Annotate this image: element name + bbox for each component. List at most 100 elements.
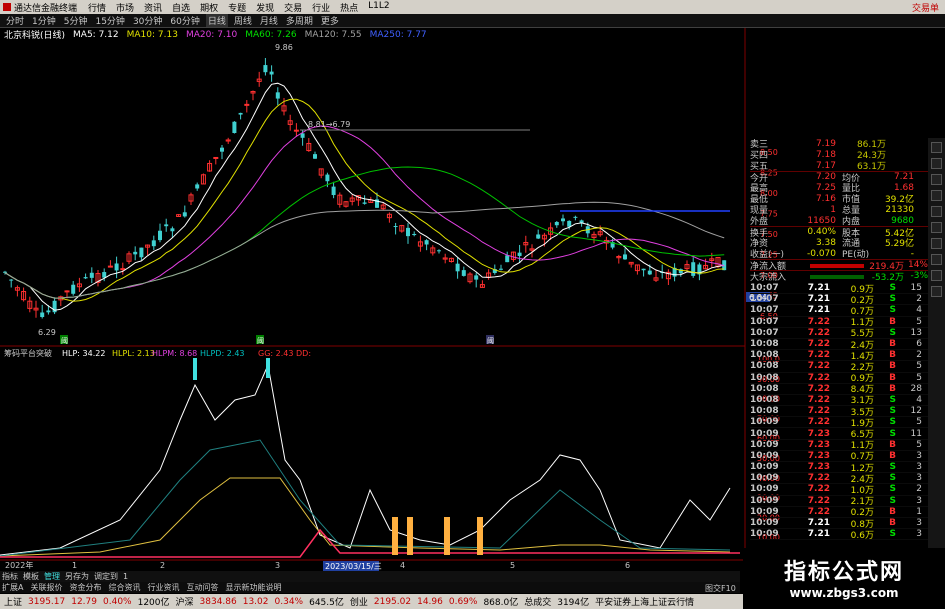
tick-time: 10:09 — [750, 462, 779, 473]
tick-count: 1 — [916, 506, 922, 517]
index-name[interactable]: 创业 — [350, 595, 368, 608]
breakout-bar — [444, 517, 450, 555]
candle-body — [536, 234, 541, 239]
indicator-tab[interactable]: 调定到 — [94, 571, 118, 582]
tick-side: S — [889, 529, 896, 540]
time-tick: 4 — [400, 561, 405, 570]
stat-value: 7.25 — [815, 182, 836, 193]
indicator-tab[interactable]: 管理 — [44, 571, 60, 582]
sidebar-tool-icon[interactable] — [931, 222, 942, 233]
indicator-header: 筹码平台突破 HLP: 34.22 HLPL: 2.13 HLPM: 8.68 … — [4, 348, 311, 358]
tick-price: 7.21 — [807, 518, 830, 529]
tick-price: 7.22 — [807, 327, 830, 338]
watermark-url: www.zbgs3.com — [789, 586, 899, 600]
index-value: 3834.86 — [199, 596, 237, 607]
tick-time: 10:09 — [750, 428, 779, 439]
price-pane[interactable] — [0, 41, 740, 346]
tick-side: S — [889, 305, 896, 316]
gg-label: GG: 2.43 DD: — [258, 349, 311, 358]
tick-time: 10:08 — [750, 361, 779, 372]
candle-body — [164, 224, 169, 227]
tick-side: S — [889, 462, 896, 473]
tick-price: 7.22 — [807, 350, 830, 361]
hlp-line — [0, 363, 731, 556]
candle-body — [573, 216, 578, 218]
candle-body — [151, 240, 156, 247]
flow-row: 净流入额 219.4万 14% — [750, 259, 928, 272]
candle-body — [263, 65, 268, 73]
candle-body — [64, 290, 70, 293]
tick-time: 10:08 — [750, 406, 779, 417]
candle-body — [195, 184, 200, 189]
indicator-tab[interactable]: 指标 — [2, 571, 18, 582]
candle-body — [232, 121, 237, 134]
tick-time: 10:08 — [750, 350, 779, 361]
marker-2: 阈 — [257, 336, 264, 345]
tick-side: S — [889, 495, 896, 506]
tick-volume: 0.6万 — [850, 530, 874, 541]
f10-button[interactable]: 图交F10 — [705, 583, 736, 594]
sidebar-tool-icon[interactable] — [931, 190, 942, 201]
info-tab[interactable]: 互动问答 — [186, 582, 218, 593]
breakout-bar — [407, 517, 413, 555]
candle-body — [114, 263, 119, 271]
info-tab[interactable]: 扩展A — [2, 582, 23, 593]
tick-count: 2 — [916, 294, 922, 305]
index-value: 2195.02 — [373, 596, 412, 607]
time-tick: 2 — [160, 561, 165, 570]
candle-body — [331, 186, 336, 196]
info-tab[interactable]: 资金分布 — [69, 582, 101, 593]
flow-row: 大宗流入 -53.2万 -3% — [750, 270, 928, 283]
hlpd-label: HLPD: 2.43 — [200, 349, 245, 358]
watermark-title: 指标公式网 — [783, 560, 904, 585]
tick-side: S — [889, 294, 896, 305]
stat-value: 7.20 — [815, 172, 836, 182]
marker-1: 阈 — [61, 336, 68, 345]
candle-body — [313, 154, 317, 159]
tick-side: B — [889, 316, 896, 327]
tick-side: B — [889, 372, 896, 383]
sidebar-tool-icon[interactable] — [931, 270, 942, 281]
indicator-tab[interactable]: 另存为 — [65, 571, 89, 582]
sidebar-tool-icon[interactable] — [931, 238, 942, 249]
gg-line — [0, 528, 740, 558]
candle-body — [641, 268, 646, 271]
total-turnover-value: 3194亿 — [557, 598, 590, 608]
tick-side: S — [889, 484, 896, 495]
sidebar-tool-icon[interactable] — [931, 206, 942, 217]
tick-count: 3 — [916, 450, 922, 461]
info-tab[interactable]: 行业资讯 — [147, 582, 179, 593]
sidebar-tool-icon[interactable] — [931, 254, 942, 265]
info-tab[interactable]: 关联报价 — [30, 582, 62, 593]
stat-value: 1.68 — [893, 182, 914, 193]
date-badge-text: 2023/03/15/三 — [325, 562, 382, 571]
quote-panel: 卖三 7.19 86.1万 买四 7.18 24.3万 买五 7.17 63.1万 今开 7.20… — [750, 138, 928, 558]
tick-side: S — [889, 417, 896, 428]
sidebar-tool-icon[interactable] — [931, 286, 942, 297]
hlpd-line — [0, 439, 731, 557]
index-name[interactable]: 沪深 — [176, 595, 194, 608]
index-name[interactable]: 上证 — [4, 595, 22, 608]
sidebar-tool-icon[interactable] — [931, 174, 942, 185]
stat-value: 9680 — [891, 215, 914, 226]
tick-count: 13 — [910, 327, 922, 338]
info-tab[interactable]: 显示新功能说明 — [225, 582, 281, 593]
tick-time: 10:08 — [750, 372, 779, 383]
info-tab[interactable]: 综合资讯 — [108, 582, 140, 593]
tick-price: 7.22 — [807, 417, 830, 428]
candle-body — [567, 220, 572, 227]
tick-time: 10:07 — [750, 283, 779, 294]
tick-time: 10:07 — [750, 327, 779, 338]
indicator-tab[interactable]: 1 — [123, 572, 128, 581]
flow-pct: 14% — [907, 260, 928, 270]
tick-count: 5 — [916, 439, 922, 450]
indicator-tab[interactable]: 模板 — [23, 571, 39, 582]
sidebar-close-icon[interactable] — [931, 142, 942, 153]
tick-time: 10:09 — [750, 473, 779, 484]
high-label: 9.86 — [275, 43, 293, 52]
tick-count: 2 — [916, 350, 922, 361]
sidebar-tool-icon[interactable] — [931, 158, 942, 169]
tick-count: 3 — [916, 473, 922, 484]
tick-price: 7.21 — [807, 305, 830, 316]
stat-value: 0.40% — [807, 227, 836, 237]
